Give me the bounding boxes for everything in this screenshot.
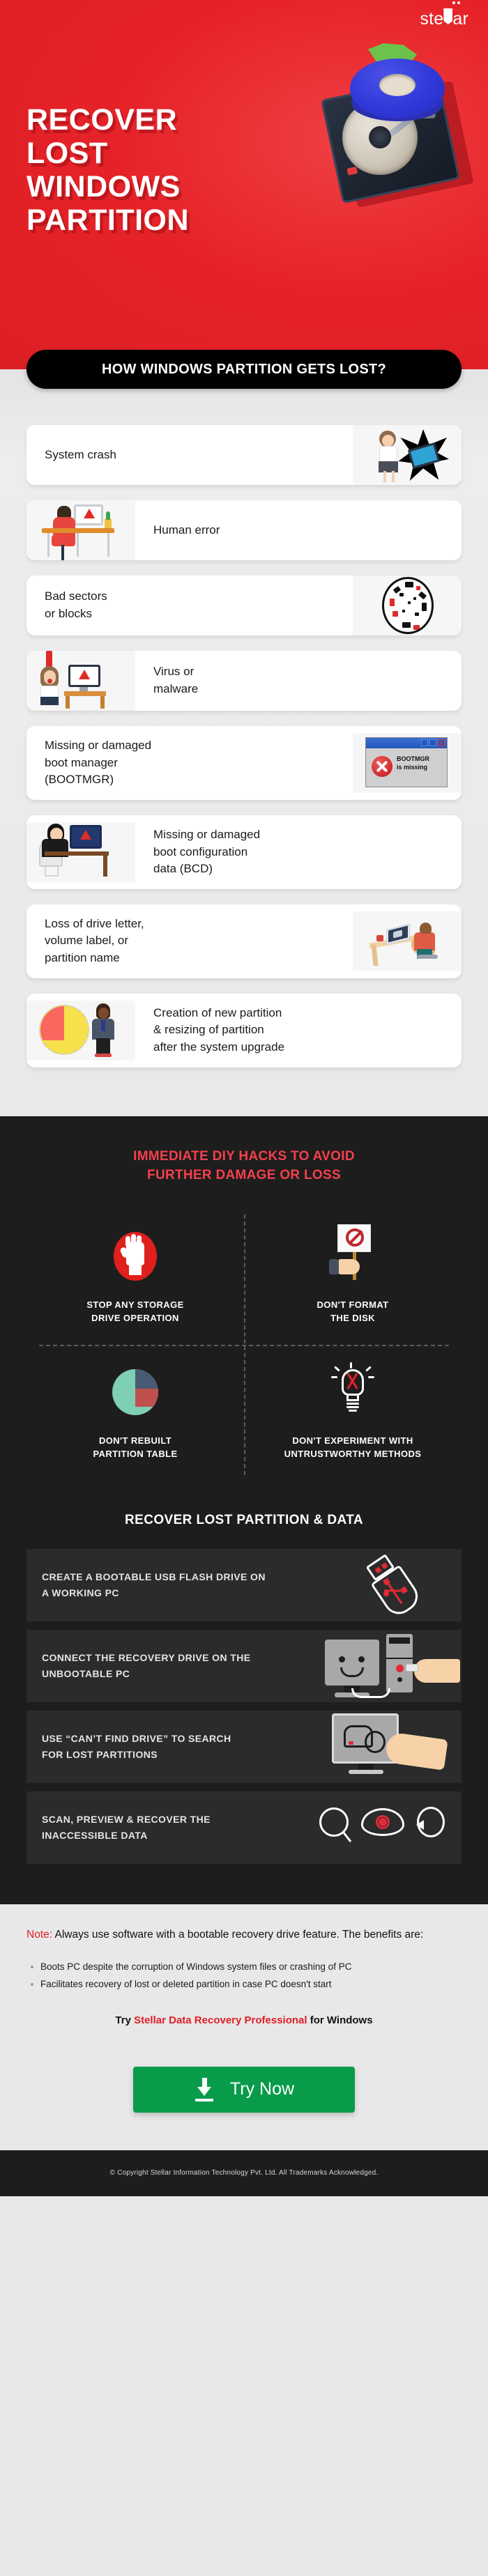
step-label: SCAN, PREVIEW & RECOVER THE INACCESSIBLE … <box>42 1814 211 1841</box>
eye-preview-icon <box>361 1807 404 1836</box>
diy-caption: DON'T EXPERIMENT WITH UNTRUSTWORTHY METHO… <box>284 1435 422 1460</box>
note-lead: Note: Always use software with a bootabl… <box>26 1927 462 1943</box>
diy-item-dont-rebuild[interactable]: DON'T REBUILT PARTITION TABLE <box>26 1345 244 1481</box>
diy-caption: DON'T REBUILT PARTITION TABLE <box>93 1435 178 1460</box>
logo-text-ste: ste <box>420 9 444 29</box>
cause-card-system-crash[interactable]: System crash <box>26 425 462 485</box>
cta-product-name[interactable]: Stellar Data Recovery Professional <box>134 2014 307 2026</box>
hand-icon <box>384 1732 448 1771</box>
step-label: CREATE A BOOTABLE USB FLASH DRIVE ON A WO… <box>42 1571 266 1598</box>
recovery-step-cant-find-drive[interactable]: USE “CAN’T FIND DRIVE” TO SEARCH FOR LOST… <box>26 1710 462 1783</box>
scan-preview-recover-icons <box>315 1791 462 1864</box>
cause-label: Loss of drive letter, volume label, or par… <box>45 916 144 965</box>
try-now-label: Try Now <box>229 2079 295 2099</box>
recovery-step-connect-drive[interactable]: CONNECT THE RECOVERY DRIVE ON THE UNBOOTA… <box>26 1629 462 1702</box>
cause-card-drive-letter[interactable]: Loss of drive letter, volume label, or par… <box>26 904 462 978</box>
note-section: Note: Always use software with a bootabl… <box>0 1904 488 2046</box>
cause-card-human-error[interactable]: Human error <box>26 500 462 560</box>
cta-suffix: for Windows <box>307 2014 373 2026</box>
try-now-button[interactable]: Try Now <box>133 2066 355 2113</box>
diy-caption: STOP ANY STORAGE DRIVE OPERATION <box>86 1299 184 1324</box>
diy-item-dont-format[interactable]: DON'T FORMAT THE DISK <box>244 1209 462 1345</box>
diy-section-title: IMMEDIATE DIY HACKS TO AVOID FURTHER DAM… <box>0 1147 488 1185</box>
cause-label: Missing or damaged boot configuration data… <box>153 827 261 876</box>
error-x-icon <box>372 755 392 777</box>
hero-section: ste ar RECOVER LOST WINDOWS PARTITION <box>0 0 488 369</box>
magnifier-icon <box>319 1807 349 1837</box>
cause-card-new-partition[interactable]: Creation of new partition & resizing of p… <box>26 993 462 1067</box>
recovery-steps-list: CREATE A BOOTABLE USB FLASH DRIVE ON A WO… <box>26 1548 462 1904</box>
hand-icon <box>406 1658 460 1683</box>
causes-list: System crash Human error Bad sectors or … <box>0 369 488 1116</box>
list-item: Boots PC despite the corruption of Windo… <box>31 1959 462 1976</box>
logo-text-ar: ar <box>452 9 468 29</box>
step-label: USE “CAN’T FIND DRIVE” TO SEARCH FOR LOST… <box>42 1733 231 1760</box>
note-body: Always use software with a bootable reco… <box>52 1928 424 1941</box>
desktop-pc-usb-hand-icon <box>315 1630 462 1702</box>
note-label: Note: <box>26 1928 53 1941</box>
dialog-line-2: is missing <box>397 764 428 771</box>
download-icon <box>194 2077 215 2101</box>
copyright-text: © Copyright Stellar Information Technolo… <box>109 2168 379 2177</box>
hard-drive-donut-illustration <box>303 43 484 227</box>
logo-ligature-ll <box>443 1 461 29</box>
pie-chart-businessman-illustration <box>26 1000 135 1061</box>
cause-label: Virus or malware <box>153 665 199 695</box>
bootmgr-error-dialog: x BOOTMGR is missing <box>353 732 462 793</box>
crossed-bulb-icon <box>258 1360 448 1424</box>
diy-title-line-2: FURTHER DAMAGE OR LOSS <box>147 1168 341 1183</box>
bcd-illustration <box>26 822 135 882</box>
cause-label: Bad sectors or blocks <box>45 589 107 620</box>
diy-hacks-section: IMMEDIATE DIY HACKS TO AVOID FURTHER DAM… <box>0 1116 488 1904</box>
section-banner-causes: HOW WINDOWS PARTITION GETS LOST? <box>26 350 462 389</box>
drive-letter-illustration <box>353 911 462 971</box>
hero-line-1: RECOVER <box>26 103 178 137</box>
note-benefits-list: Boots PC despite the corruption of Windo… <box>31 1959 462 1993</box>
cta-button-area: Try Now <box>0 2045 488 2150</box>
cta-prefix: Try <box>115 2014 135 2026</box>
cause-card-bootmgr[interactable]: Missing or damaged boot manager (BOOTMGR) … <box>26 726 462 800</box>
cta-text-line: Try Stellar Data Recovery Professional f… <box>26 2014 462 2026</box>
pie-chart-icon <box>40 1360 230 1424</box>
system-crash-illustration <box>353 425 462 485</box>
list-item: Facilitates recovery of lost or deleted … <box>31 1976 462 1993</box>
monitor-magnifier-hand-icon <box>315 1711 462 1783</box>
diy-item-dont-experiment[interactable]: DON'T EXPERIMENT WITH UNTRUSTWORTHY METHO… <box>244 1345 462 1481</box>
bad-sectors-illustration <box>353 576 462 635</box>
diy-item-stop-storage[interactable]: STOP ANY STORAGE DRIVE OPERATION <box>26 1209 244 1345</box>
diy-title-line-1: IMMEDIATE DIY HACKS TO AVOID <box>133 1148 355 1164</box>
stellar-logo[interactable]: ste ar <box>420 1 468 29</box>
page-title: RECOVER LOST WINDOWS PARTITION <box>26 103 189 238</box>
human-error-illustration <box>26 500 135 560</box>
recovery-step-scan-preview-recover[interactable]: SCAN, PREVIEW & RECOVER THE INACCESSIBLE … <box>26 1791 462 1864</box>
step-label: CONNECT THE RECOVERY DRIVE ON THE UNBOOTA… <box>42 1652 251 1679</box>
infographic-page: ste ar RECOVER LOST WINDOWS PARTITION HO… <box>0 0 488 2196</box>
hero-line-2: LOST <box>26 137 108 171</box>
cause-card-bcd[interactable]: Missing or damaged boot configuration data… <box>26 815 462 889</box>
footer: © Copyright Stellar Information Technolo… <box>0 2150 488 2196</box>
partition-donut-icon <box>344 43 449 152</box>
cause-label: Human error <box>153 523 220 537</box>
recover-section-title: RECOVER LOST PARTITION & DATA <box>125 1512 363 1527</box>
cause-card-bad-sectors[interactable]: Bad sectors or blocks <box>26 576 462 635</box>
recovery-step-create-usb[interactable]: CREATE A BOOTABLE USB FLASH DRIVE ON A WO… <box>26 1548 462 1621</box>
dialog-line-1: BOOTMGR <box>397 755 429 762</box>
hero-line-4: PARTITION <box>26 203 190 238</box>
diy-caption: DON'T FORMAT THE DISK <box>317 1299 389 1324</box>
restore-arrow-icon <box>416 1806 445 1837</box>
diy-hacks-grid: STOP ANY STORAGE DRIVE OPERATION DON'T FO… <box>26 1209 462 1481</box>
cause-label: System crash <box>45 447 116 461</box>
no-format-sign-icon <box>258 1224 448 1288</box>
disk-platter-icon <box>382 577 434 634</box>
usb-flash-drive-icon <box>315 1549 462 1621</box>
cause-label: Creation of new partition & resizing of p… <box>153 1005 285 1054</box>
cause-label: Missing or damaged boot manager (BOOTMGR) <box>45 739 152 787</box>
virus-malware-illustration <box>26 651 135 711</box>
stop-hand-icon <box>40 1224 230 1288</box>
hero-line-3: WINDOWS <box>26 170 181 204</box>
cause-card-virus-malware[interactable]: Virus or malware <box>26 651 462 711</box>
